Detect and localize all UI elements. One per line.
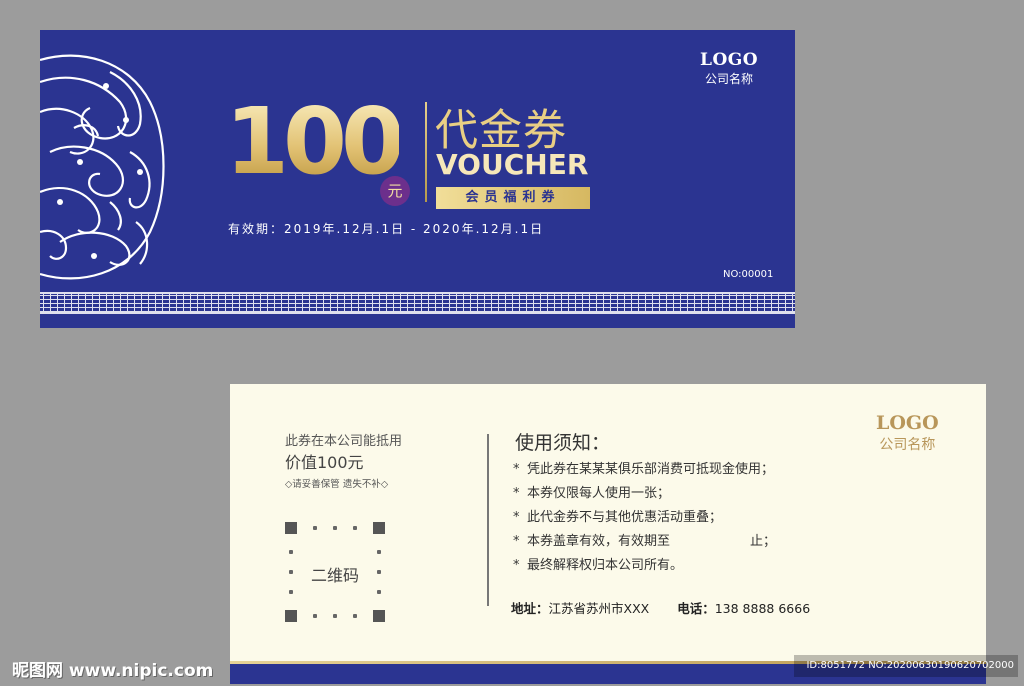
list-item: * 本券仅限每人使用一张； xyxy=(513,482,776,506)
bullet: * xyxy=(513,462,520,477)
bullet: * xyxy=(513,558,520,573)
bullet: * xyxy=(513,534,520,549)
qr-corner-icon xyxy=(285,522,297,534)
vertical-divider xyxy=(487,434,489,606)
keep-safe-note: ◇请妥善保管 遗失不补◇ xyxy=(285,479,389,490)
qr-dot xyxy=(353,614,357,618)
list-item: * 凭此券在某某某俱乐部消费可抵现金使用； xyxy=(513,458,776,482)
bullet: * xyxy=(513,486,520,501)
floral-pattern-icon xyxy=(40,54,165,280)
qr-dot xyxy=(333,614,337,618)
qr-dot xyxy=(353,526,357,530)
qr-dot xyxy=(313,526,317,530)
list-item: * 最终解释权归本公司所有。 xyxy=(513,554,776,578)
phone-label: 电话： xyxy=(677,601,715,616)
rules-list: * 凭此券在某某某俱乐部消费可抵现金使用； * 本券仅限每人使用一张； * 此代金券不… xyxy=(513,458,776,578)
currency-badge: 元 xyxy=(380,176,410,206)
value-text: 价值100元 xyxy=(285,453,364,472)
id-watermark: ID:8051772 NO:20200630190620702000 xyxy=(794,655,1018,677)
serial-number: NO:00001 xyxy=(723,269,774,280)
address-value: 江苏省苏州市XXX xyxy=(548,601,650,616)
voucher-value: 100 xyxy=(225,88,405,195)
usable-text: 此券在本公司能抵用 xyxy=(285,434,403,449)
qr-corner-icon xyxy=(373,522,385,534)
qr-corner-icon xyxy=(373,610,385,622)
title-divider xyxy=(425,102,427,202)
logo-text: LOGO xyxy=(876,412,939,434)
site-watermark: 昵图网 www.nipic.com xyxy=(12,661,214,681)
voucher-back: 此券在本公司能抵用 价值100元 ◇请妥善保管 遗失不补◇ 二维码 使用须知： … xyxy=(230,384,986,684)
qr-dot xyxy=(333,526,337,530)
bullet: * xyxy=(513,510,520,525)
qr-dot xyxy=(313,614,317,618)
address-label: 地址： xyxy=(511,601,549,616)
contact-info: 地址：江苏省苏州市XXX 电话：138 8888 6666 xyxy=(511,598,810,617)
qr-dot xyxy=(377,590,381,594)
decorative-border xyxy=(40,292,795,314)
qr-label: 二维码 xyxy=(310,566,359,585)
company-name: 公司名称 xyxy=(705,72,754,86)
qr-dot xyxy=(289,590,293,594)
rule-text: 本券仅限每人使用一张； xyxy=(527,486,671,501)
qr-dot xyxy=(289,550,293,554)
rule-text: 此代金券不与其他优惠活动重叠； xyxy=(527,510,723,525)
front-logo: LOGO 公司名称 xyxy=(700,50,758,87)
validity-period: 有效期：2019年.12月.1日 - 2020年.12月.1日 xyxy=(228,222,545,236)
rule-text: 凭此券在某某某俱乐部消费可抵现金使用； xyxy=(527,462,775,477)
qr-corner-icon xyxy=(285,610,297,622)
notice-title: 使用须知： xyxy=(515,432,611,454)
company-name: 公司名称 xyxy=(879,437,936,453)
back-logo: LOGO 公司名称 xyxy=(876,412,939,454)
voucher-title-en: VOUCHER xyxy=(436,148,589,181)
qr-code-placeholder: 二维码 xyxy=(285,522,385,622)
member-benefit-badge: 会员福利券 xyxy=(436,187,590,209)
list-item: * 本券盖章有效，有效期至 止； xyxy=(513,530,776,554)
phone-value: 138 8888 6666 xyxy=(714,601,811,616)
qr-dot xyxy=(377,550,381,554)
list-item: * 此代金券不与其他优惠活动重叠； xyxy=(513,506,776,530)
voucher-front: LOGO 公司名称 100 元 代金券 VOUCHER 会员福利券 有效期：20… xyxy=(40,30,795,328)
rule-text-end: 止； xyxy=(750,534,777,549)
rule-text: 本券盖章有效，有效期至 xyxy=(527,534,671,549)
logo-text: LOGO xyxy=(700,50,759,70)
rule-text: 最终解释权归本公司所有。 xyxy=(527,558,684,573)
